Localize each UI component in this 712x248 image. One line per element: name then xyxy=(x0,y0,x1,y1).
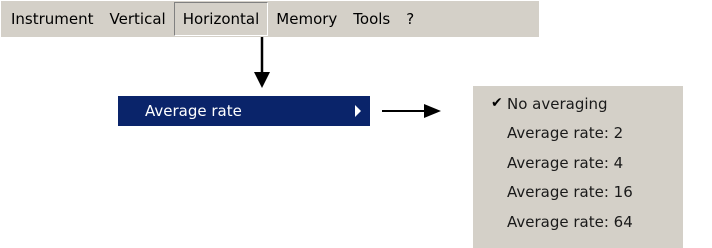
option-average-rate-2[interactable]: Average rate: 2 xyxy=(473,119,683,149)
menu-instrument[interactable]: Instrument xyxy=(1,1,102,37)
option-label: Average rate: 16 xyxy=(507,183,633,202)
option-average-rate-16[interactable]: Average rate: 16 xyxy=(473,178,683,208)
menu-memory[interactable]: Memory xyxy=(268,1,345,37)
option-label: Average rate: 2 xyxy=(507,124,624,143)
option-label: No averaging xyxy=(507,94,608,113)
option-label: Average rate: 64 xyxy=(507,212,633,231)
menu-vertical[interactable]: Vertical xyxy=(102,1,174,37)
menu-help[interactable]: ? xyxy=(398,1,422,37)
menu-tools[interactable]: Tools xyxy=(345,1,398,37)
menu-bar: Instrument Vertical Horizontal Memory To… xyxy=(1,1,539,37)
checkmark-icon: ✔ xyxy=(491,95,503,111)
down-arrow-icon xyxy=(254,37,270,88)
option-average-rate-4[interactable]: Average rate: 4 xyxy=(473,148,683,178)
submenu-average-rate-label: Average rate xyxy=(145,102,242,120)
right-arrow-icon xyxy=(382,104,441,118)
option-label: Average rate: 4 xyxy=(507,153,624,172)
average-rate-options-menu: ✔ No averaging Average rate: 2 Average r… xyxy=(473,86,683,248)
option-average-rate-64[interactable]: Average rate: 64 xyxy=(473,207,683,237)
menu-horizontal[interactable]: Horizontal xyxy=(173,2,269,36)
submenu-average-rate[interactable]: Average rate xyxy=(118,96,370,126)
submenu-arrow-icon xyxy=(355,105,361,117)
option-no-averaging[interactable]: ✔ No averaging xyxy=(473,89,683,119)
